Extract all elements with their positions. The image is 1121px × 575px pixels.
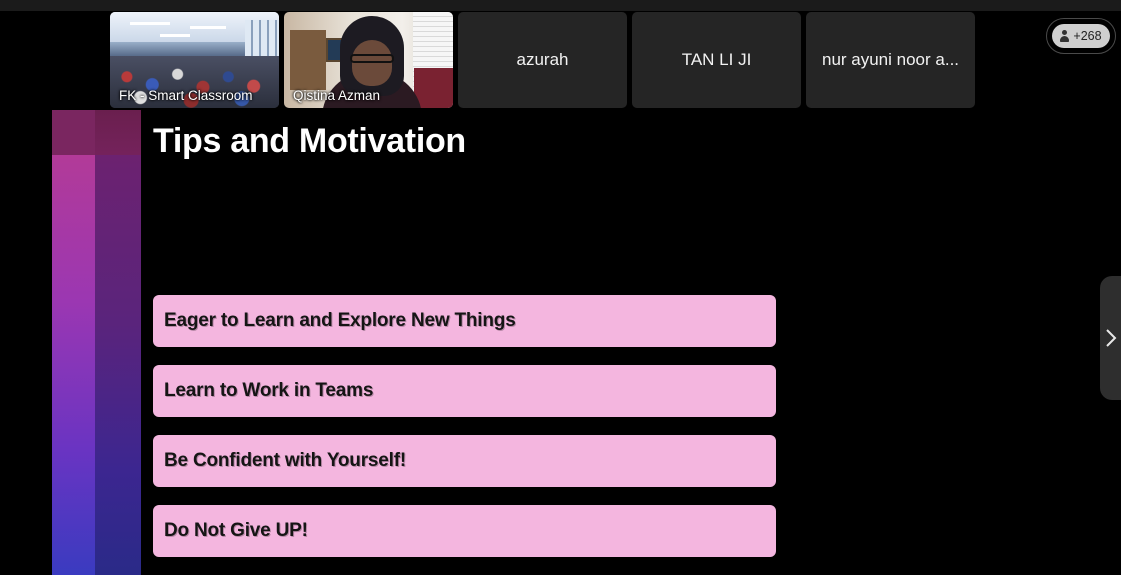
tip-box: Learn to Work in Teams [153, 365, 776, 417]
participant-name: nur ayuni noor a... [821, 50, 960, 69]
slide-decoration-bar-left [52, 155, 95, 575]
slide-decoration-cap [52, 110, 95, 155]
participant-count-button[interactable]: +268 [1046, 18, 1116, 54]
tip-box: Eager to Learn and Explore New Things [153, 295, 776, 347]
person-icon [1060, 30, 1070, 42]
participant-tile-azurah[interactable]: azurah [458, 12, 627, 108]
participant-count-badge: +268 [1052, 24, 1110, 48]
next-page-button[interactable] [1100, 276, 1121, 400]
participant-count: +268 [1073, 29, 1102, 43]
tip-box: Be Confident with Yourself! [153, 435, 776, 487]
chevron-right-icon [1106, 329, 1117, 347]
participant-tile-smart-classroom[interactable]: FK - Smart Classroom [110, 12, 279, 108]
participant-tile-qistina-azman[interactable]: Qistina Azman [284, 12, 453, 108]
slide-decoration-bar-right [95, 155, 141, 575]
participant-tile-nur-ayuni[interactable]: nur ayuni noor a... [806, 12, 975, 108]
tip-box: Do Not Give UP! [153, 505, 776, 557]
participant-name: azurah [516, 50, 569, 69]
top-bar [0, 0, 1121, 11]
participant-tile-tan-li-ji[interactable]: TAN LI JI [632, 12, 801, 108]
participant-name: TAN LI JI [681, 50, 752, 69]
slide-title: Tips and Motivation [153, 122, 466, 160]
participant-name: Qistina Azman [293, 88, 381, 103]
participant-name: FK - Smart Classroom [119, 88, 253, 103]
